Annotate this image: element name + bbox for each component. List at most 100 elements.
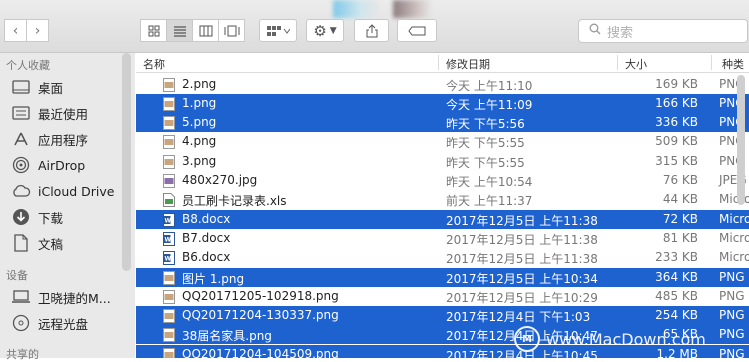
applications-icon (10, 130, 32, 148)
gear-icon: ⚙ (313, 21, 327, 40)
png-file-icon (163, 77, 175, 92)
file-name: 5.png (182, 115, 217, 130)
file-kind: PNG (719, 288, 745, 303)
computer-icon (10, 288, 32, 306)
list-view-button[interactable] (167, 19, 193, 42)
watermark: M www.MacDown.com (514, 326, 747, 352)
file-row[interactable]: 2.png 今天 上午11:10 169 KB PNG (136, 75, 749, 94)
file-row[interactable]: QQ20171204-130337.png 2017年12月4日 下午1:03 25… (136, 306, 749, 326)
column-divider (438, 55, 439, 70)
airdrop-icon (10, 156, 32, 174)
xls-file-icon (163, 193, 175, 208)
png-file-icon (163, 289, 175, 304)
file-row[interactable]: W B7.docx 2017年12月5日 上午11:38 81 KB Micro (136, 229, 749, 248)
sidebar-item-remote-disc[interactable]: 远程光盘 (10, 312, 88, 334)
sidebar: 个人收藏 桌面 最近使用 应用程序 AirDrop iCloud Drive 下… (0, 53, 135, 361)
png-file-icon (163, 96, 175, 111)
file-name: 2.png (182, 76, 217, 91)
file-row[interactable]: 员工刷卡记录表.xls 前天 上午11:37 44 KB Micro (136, 190, 749, 209)
back-button[interactable]: ‹ (4, 19, 27, 42)
file-name: 1.png (182, 95, 217, 110)
download-icon (10, 208, 32, 226)
search-field[interactable]: 搜索 (578, 19, 748, 43)
file-size: 76 KB (662, 173, 698, 187)
column-view-button[interactable] (193, 19, 219, 42)
column-date[interactable]: 修改日期 (446, 56, 490, 72)
list-scrollbar[interactable] (737, 75, 745, 205)
file-row[interactable]: 4.png 昨天 下午5:55 509 KB PNG (136, 132, 749, 151)
blurred-title-region (393, 0, 431, 18)
file-row[interactable]: 480x270.jpg 昨天 上午10:54 76 KB JPEG (136, 171, 749, 190)
column-size[interactable]: 大小 (625, 56, 647, 72)
sidebar-item-downloads[interactable]: 下载 (10, 206, 63, 228)
file-name: 图片 1.png (182, 271, 245, 286)
docx-file-icon: W (163, 212, 175, 227)
share-icon (366, 23, 377, 37)
file-row[interactable]: 5.png 昨天 下午5:56 336 KB PNG (136, 113, 749, 133)
watermark-text: www.MacDown.com (546, 329, 706, 349)
file-name: B7.docx (182, 230, 231, 245)
file-name: 480x270.jpg (182, 173, 258, 187)
sidebar-item-label: AirDrop (38, 157, 86, 173)
tags-button[interactable] (397, 19, 437, 42)
file-size: 254 KB (655, 308, 698, 323)
column-header: 名称 修改日期 大小 种类 (136, 53, 749, 73)
column-divider (711, 55, 712, 70)
column-divider (617, 55, 618, 70)
forward-button[interactable]: › (27, 19, 49, 42)
cloud-icon (10, 182, 32, 200)
file-date: 2017年12月4日 下午1:03 (446, 310, 591, 325)
group-button[interactable] (259, 19, 297, 42)
file-size: 72 KB (662, 211, 698, 226)
file-row[interactable]: QQ20171205-102918.png 2017年12月5日 上午10:29 4… (136, 287, 749, 306)
sidebar-item-label: 文稿 (38, 236, 64, 252)
action-button[interactable]: ⚙ ▼ (306, 19, 344, 42)
sidebar-item-label: 应用程序 (38, 132, 89, 148)
file-date: 昨天 下午5:56 (446, 117, 525, 132)
share-button[interactable] (354, 19, 389, 42)
shared-header: 共享的 (6, 348, 39, 361)
file-date: 昨天 下午5:55 (446, 155, 525, 170)
favorites-header: 个人收藏 (6, 59, 50, 72)
png-file-icon (163, 270, 175, 285)
file-list: 名称 修改日期 大小 种类 2.png 今天 上午11:10 169 KB PNG 1.… (136, 53, 749, 358)
file-row[interactable]: 图片 1.png 2017年12月5日 上午10:34 364 KB PNG (136, 267, 749, 287)
docx-file-icon: W (163, 231, 175, 246)
sidebar-item-icloud-drive[interactable]: iCloud Drive (10, 180, 114, 202)
file-size: 336 KB (655, 115, 698, 130)
blurred-title-region (333, 0, 379, 18)
file-date: 2017年12月5日 上午11:38 (446, 232, 598, 247)
file-size: 81 KB (662, 230, 698, 245)
sidebar-scrollbar[interactable] (122, 53, 131, 271)
file-row[interactable]: W B8.docx 2017年12月5日 上午11:38 72 KB Micro (136, 209, 749, 229)
file-size: 485 KB (655, 288, 698, 303)
tag-icon (408, 26, 426, 35)
file-row[interactable]: 3.png 昨天 下午5:55 315 KB PNG (136, 152, 749, 171)
chevron-down-icon: ▼ (329, 25, 337, 36)
column-kind[interactable]: 种类 (722, 56, 744, 72)
sidebar-item-computer[interactable]: 卫晓捷的M... (10, 286, 111, 308)
file-kind: PNG (719, 308, 745, 323)
file-name: QQ20171204-130337.png (182, 308, 339, 323)
group-icon (267, 25, 290, 36)
sidebar-item-label: 远程光盘 (38, 316, 89, 332)
sidebar-item-desktop[interactable]: 桌面 (10, 76, 63, 98)
png-file-icon (163, 116, 175, 131)
watermark-logo: M (514, 326, 540, 352)
file-name: B8.docx (182, 211, 231, 226)
sidebar-item-airdrop[interactable]: AirDrop (10, 154, 85, 176)
file-row[interactable]: W B6.docx 2017年12月5日 上午11:38 233 KB Micro (136, 248, 749, 267)
sidebar-item-applications[interactable]: 应用程序 (10, 128, 88, 150)
sidebar-item-recents[interactable]: 最近使用 (10, 102, 88, 124)
sidebar-item-documents[interactable]: 文稿 (10, 232, 63, 254)
file-size: 509 KB (655, 134, 698, 149)
file-size: 169 KB (655, 76, 698, 91)
navigation-buttons: ‹ › (4, 19, 49, 42)
file-date: 今天 上午11:09 (446, 97, 533, 112)
svg-text:W: W (165, 236, 172, 243)
gallery-view-button[interactable] (219, 19, 245, 42)
file-row[interactable]: 1.png 今天 上午11:09 166 KB PNG (136, 93, 749, 113)
column-name[interactable]: 名称 (143, 56, 165, 72)
icon-view-button[interactable] (140, 19, 167, 42)
png-file-icon (163, 328, 175, 343)
